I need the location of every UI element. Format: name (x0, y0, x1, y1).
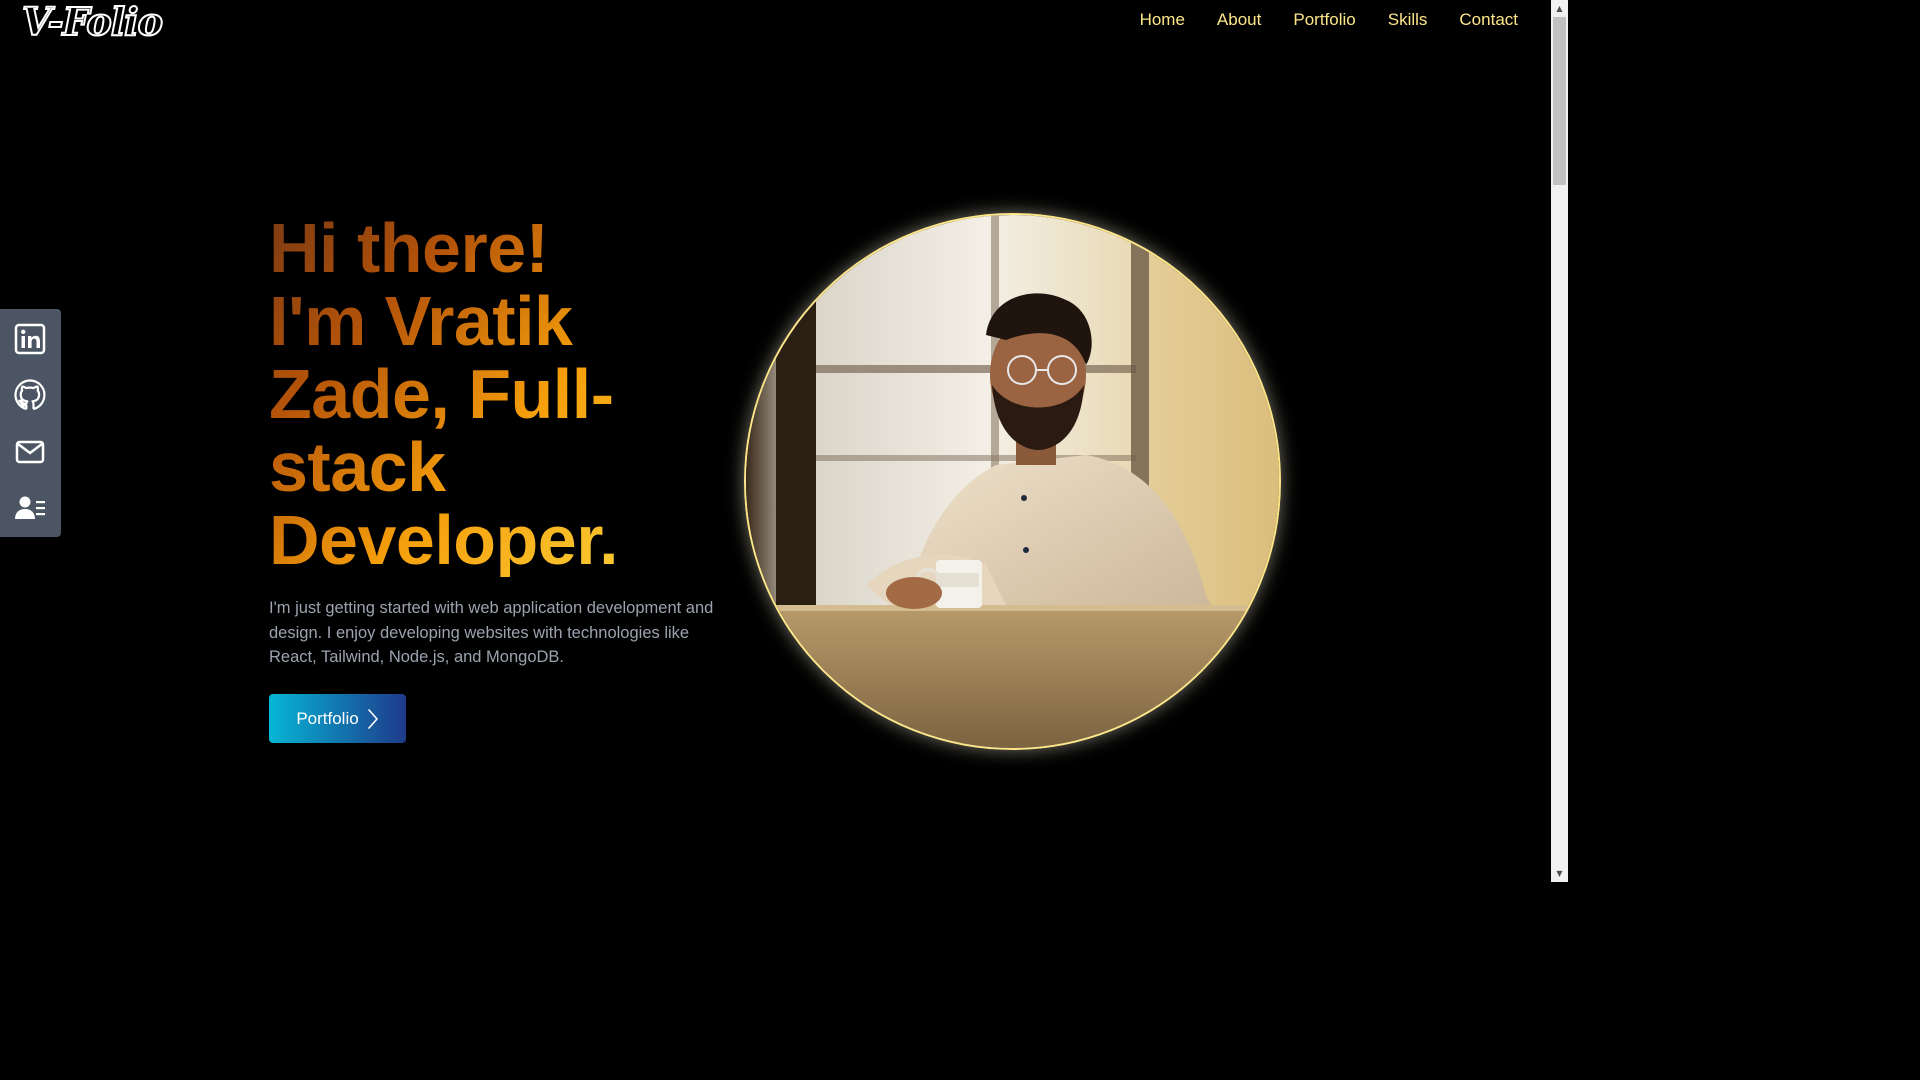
profile-photo (744, 213, 1281, 750)
resume-link[interactable] (14, 492, 46, 524)
github-link[interactable] (14, 379, 46, 411)
nav-about-link[interactable]: About (1217, 10, 1261, 30)
portfolio-button[interactable]: Portfolio (269, 694, 406, 743)
hero-title-line: Zade, Full- (269, 355, 614, 433)
nav-home-link[interactable]: Home (1140, 10, 1185, 30)
hero-title-line: Developer. (269, 501, 619, 579)
hero-description: I'm just getting started with web applic… (269, 599, 714, 666)
resume-icon (15, 496, 45, 519)
linkedin-icon (14, 323, 46, 355)
top-nav: Home About Portfolio Skills Contact (1140, 10, 1518, 30)
site-logo[interactable]: V-Folio (21, 0, 164, 45)
nav-portfolio-link[interactable]: Portfolio (1293, 10, 1355, 30)
page: V-Folio Home About Portfolio Skills Cont… (0, 0, 1568, 882)
scroll-thumb[interactable] (1553, 17, 1566, 185)
mail-icon (15, 440, 45, 464)
chevron-right-icon (367, 708, 378, 729)
scroll-down-icon[interactable]: ▼ (1551, 865, 1568, 882)
nav-skills-link[interactable]: Skills (1388, 10, 1428, 30)
scroll-up-icon[interactable]: ▲ (1551, 0, 1568, 17)
social-sidebar (0, 309, 61, 537)
github-icon (14, 379, 46, 410)
hero-title: Hi there! I'm Vratik Zade, Full- stack D… (269, 212, 739, 577)
portfolio-button-label: Portfolio (296, 708, 359, 728)
profile-photo-illustration (746, 215, 1279, 748)
linkedin-link[interactable] (14, 323, 46, 355)
hero-title-line: stack (269, 428, 446, 506)
hero-title-line: I'm Vratik (269, 282, 573, 360)
nav-contact-link[interactable]: Contact (1459, 10, 1518, 30)
page-scrollbar[interactable]: ▲ ▼ (1551, 0, 1568, 882)
email-link[interactable] (14, 436, 46, 468)
hero-title-line: Hi there! (269, 209, 549, 287)
